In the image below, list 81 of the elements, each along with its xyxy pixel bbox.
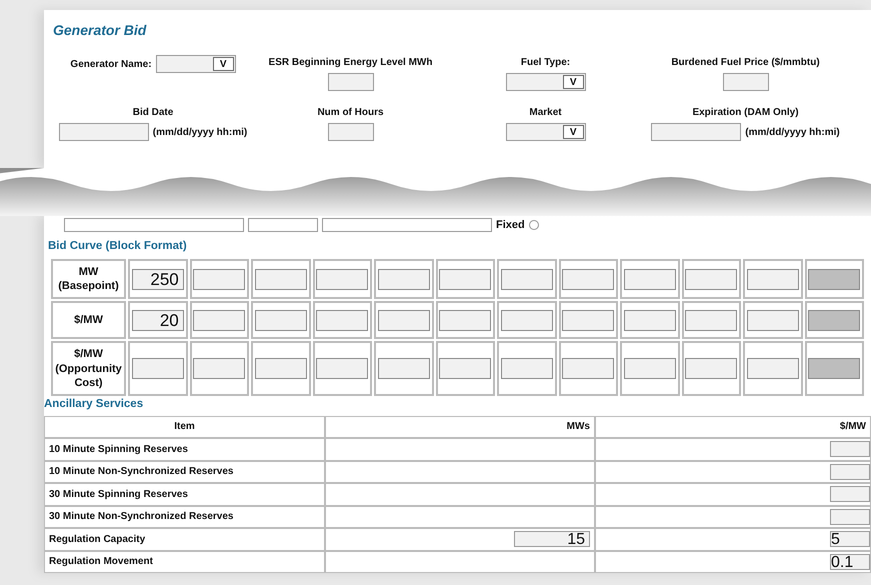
field-label: Bid Date bbox=[132, 106, 174, 120]
column-header: Item bbox=[44, 416, 325, 438]
row-label: MW (Basepoint) bbox=[51, 259, 126, 300]
input-field[interactable] bbox=[193, 358, 246, 380]
section-title: Ancillary Services bbox=[44, 397, 144, 412]
input-field[interactable] bbox=[316, 268, 368, 290]
input-field[interactable] bbox=[378, 358, 430, 380]
format-hint: (mm/dd/yyyy hh:mi) bbox=[152, 126, 248, 140]
input-field[interactable] bbox=[58, 123, 149, 141]
dropdown-field[interactable]: V bbox=[506, 73, 586, 91]
strip-field[interactable] bbox=[322, 218, 492, 232]
table-cell: Regulation Movement bbox=[44, 550, 325, 573]
input-field[interactable] bbox=[500, 358, 553, 380]
input-field[interactable] bbox=[193, 268, 246, 290]
input-field[interactable] bbox=[746, 358, 799, 380]
input-field[interactable] bbox=[500, 310, 553, 331]
input-field[interactable] bbox=[378, 268, 430, 290]
input-field[interactable]: 20 bbox=[132, 310, 184, 331]
input-field[interactable] bbox=[746, 268, 799, 290]
input-field[interactable] bbox=[328, 73, 374, 91]
dropdown-field[interactable]: V bbox=[156, 55, 236, 73]
field-label: Expiration (DAM Only) bbox=[692, 106, 799, 120]
input-field[interactable] bbox=[651, 123, 742, 141]
row-label: $/MW bbox=[51, 301, 126, 340]
table-cell: 30 Minute Non-Synchronized Reserves bbox=[44, 506, 325, 528]
input-field[interactable] bbox=[439, 310, 492, 331]
form-title: Generator Bid bbox=[53, 21, 148, 40]
input-field[interactable] bbox=[685, 268, 738, 290]
column-header: MWs bbox=[325, 416, 595, 438]
row-label: $/MW (Opportunity Cost) bbox=[51, 341, 126, 396]
dropdown-button[interactable]: V bbox=[562, 125, 584, 139]
table-cell: 10 Minute Non-Synchronized Reserves bbox=[44, 460, 325, 483]
input-field[interactable] bbox=[830, 486, 870, 502]
input-field[interactable] bbox=[624, 358, 676, 380]
input-field[interactable] bbox=[328, 123, 374, 141]
input-field[interactable] bbox=[830, 441, 870, 458]
radio-button[interactable] bbox=[528, 220, 539, 230]
input-field[interactable]: 15 bbox=[514, 531, 590, 548]
input-field[interactable] bbox=[254, 268, 307, 290]
dropdown-button[interactable]: V bbox=[562, 75, 584, 89]
input-field[interactable] bbox=[562, 268, 614, 290]
dropdown-button[interactable]: V bbox=[212, 57, 234, 71]
field-label: Num of Hours bbox=[317, 106, 384, 120]
input-field[interactable] bbox=[316, 358, 368, 380]
input-field[interactable] bbox=[562, 358, 614, 380]
input-field[interactable] bbox=[132, 358, 184, 380]
option-label: Fixed bbox=[496, 218, 525, 233]
input-field[interactable] bbox=[439, 268, 492, 290]
input-field[interactable] bbox=[254, 310, 307, 331]
input-field[interactable]: 5 bbox=[830, 531, 870, 548]
input-field[interactable] bbox=[500, 268, 553, 290]
input-field[interactable] bbox=[439, 358, 492, 380]
input-field[interactable] bbox=[193, 310, 246, 331]
input-field[interactable]: 250 bbox=[132, 268, 184, 290]
field-label: Fuel Type: bbox=[520, 56, 570, 70]
input-field[interactable] bbox=[830, 464, 870, 480]
input-field[interactable] bbox=[685, 358, 738, 380]
input-field[interactable] bbox=[378, 310, 430, 331]
field-label: ESR Beginning Energy Level MWh bbox=[268, 56, 432, 70]
field-label: Burdened Fuel Price ($/mmbtu) bbox=[671, 56, 820, 70]
dropdown-field[interactable]: V bbox=[506, 123, 586, 141]
format-hint: (mm/dd/yyyy hh:mi) bbox=[745, 126, 840, 140]
input-field[interactable] bbox=[722, 73, 768, 91]
column-header: $/MW bbox=[595, 416, 871, 438]
table-cell: 30 Minute Spinning Reserves bbox=[44, 483, 325, 506]
input-field[interactable] bbox=[316, 310, 368, 331]
strip-field[interactable] bbox=[64, 218, 244, 232]
input-field[interactable] bbox=[685, 310, 738, 331]
input-field[interactable] bbox=[746, 310, 799, 331]
input-field[interactable] bbox=[562, 310, 614, 331]
input-field[interactable] bbox=[624, 310, 676, 331]
input-field[interactable]: 0.1 bbox=[830, 554, 870, 570]
field-label: Market bbox=[529, 106, 562, 120]
table-cell: Regulation Capacity bbox=[44, 528, 325, 550]
input-field[interactable] bbox=[830, 508, 870, 525]
strip-field[interactable] bbox=[248, 218, 318, 232]
field-label: Generator Name: bbox=[70, 58, 152, 72]
input-field[interactable] bbox=[254, 358, 307, 380]
section-title: Bid Curve (Block Format) bbox=[48, 239, 188, 254]
input-field[interactable] bbox=[624, 268, 676, 290]
table-cell: 10 Minute Spinning Reserves bbox=[44, 438, 325, 460]
